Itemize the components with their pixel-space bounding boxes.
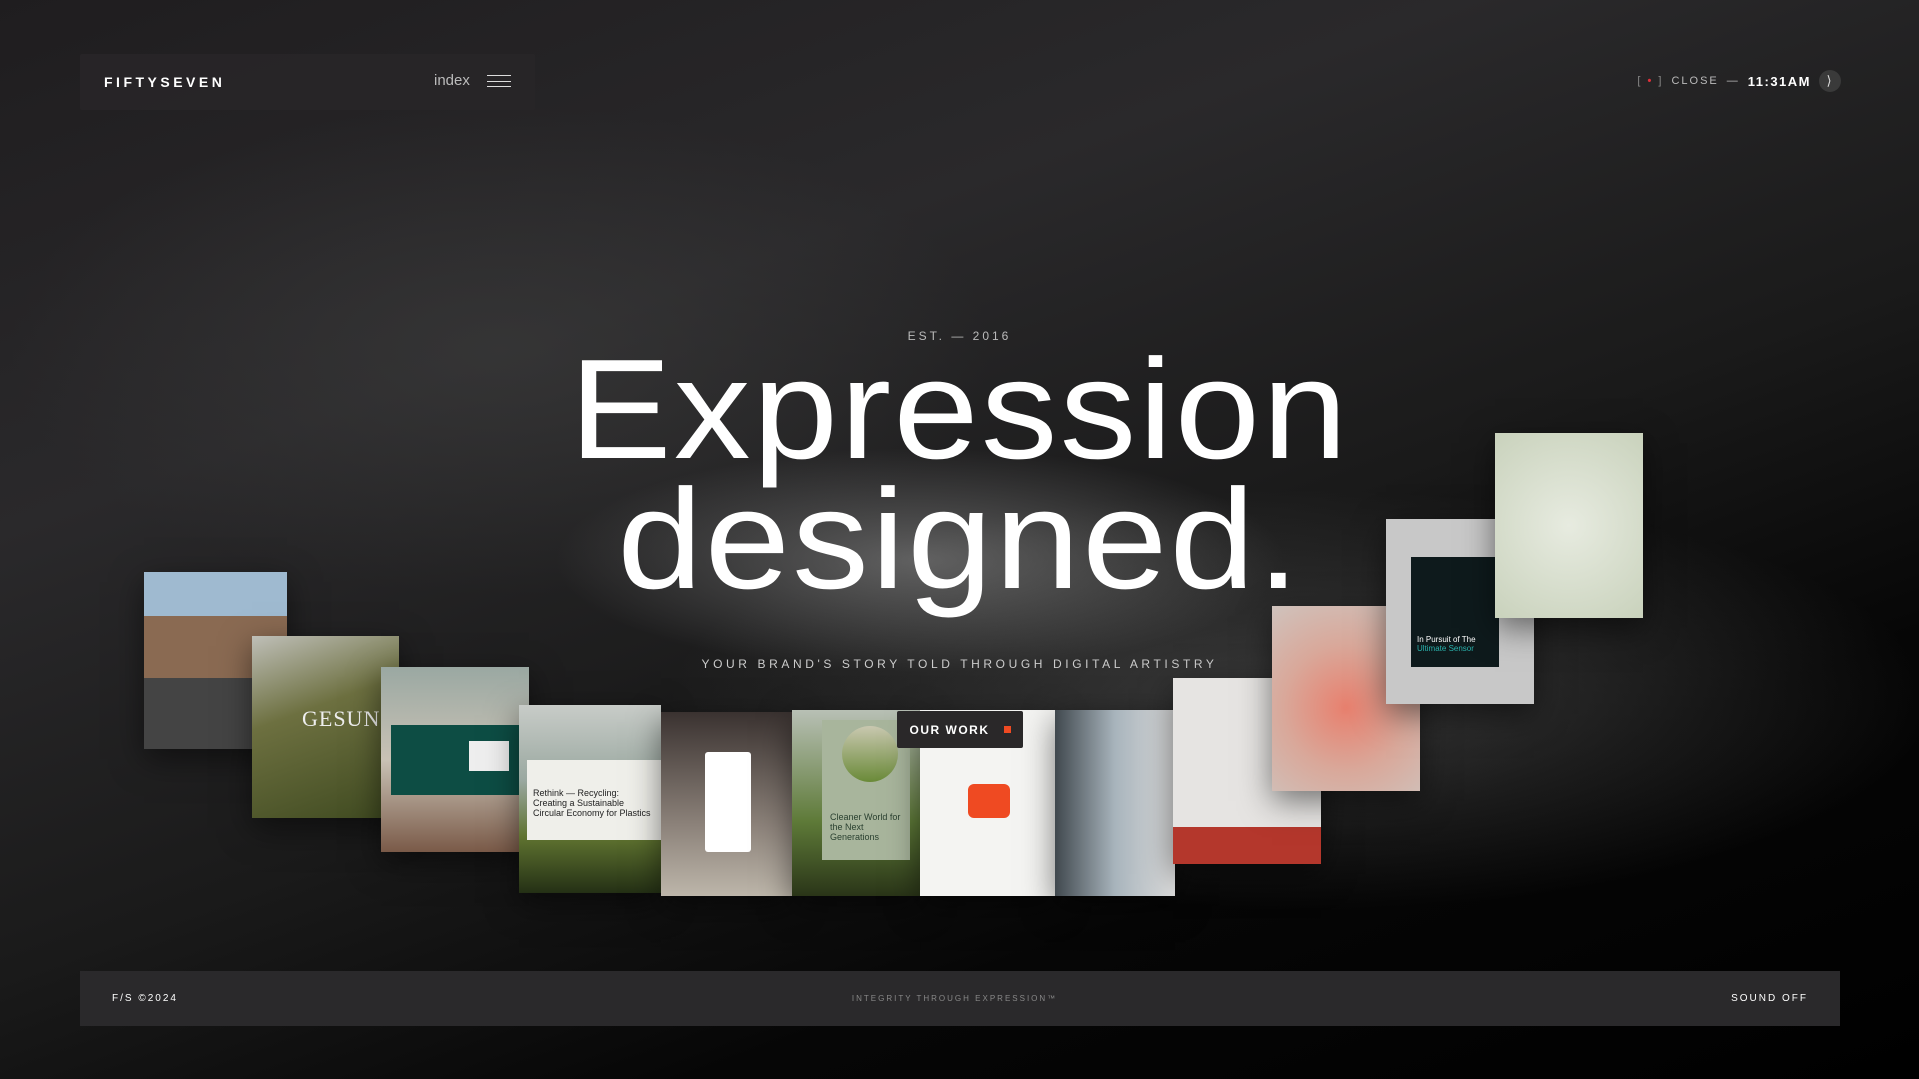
record-dot-icon: • [1647,75,1654,87]
our-work-button[interactable]: OUR WORK [897,711,1023,748]
dash: — [1726,75,1740,87]
tagline: INTEGRITY THROUGH EXPRESSION™ [851,994,1058,1003]
tile-text: Cleaner World for the Next Generations [830,812,901,842]
tile-card [705,752,751,852]
footer-bar: F/S ©2024 INTEGRITY THROUGH EXPRESSION™ … [80,971,1840,1026]
tile-text: Rethink — Recycling: Creating a Sustaina… [527,760,661,840]
our-work-label: OUR WORK [909,722,990,737]
project-tile-greenhouse[interactable] [381,667,529,852]
tile-card [391,725,519,795]
tile-card: In Pursuit of The Ultimate Sensor [1411,557,1499,667]
project-tile-rethink[interactable]: Rethink — Recycling: Creating a Sustaina… [519,705,661,893]
sound-toggle[interactable]: SOUND OFF [1731,993,1808,1004]
top-nav: FIFTYSEVEN index [80,54,535,110]
close-button[interactable]: CLOSE [1671,75,1718,87]
status-bar: [ • ] CLOSE — 11:31AM ⟩ [1637,70,1841,92]
tile-text-accent: Ultimate Sensor [1417,644,1474,653]
orange-shape [968,784,1010,818]
hamburger-icon[interactable] [487,75,511,87]
project-tile-app[interactable] [661,712,792,896]
logo[interactable]: FIFTYSEVEN [104,74,225,90]
project-tile-lab[interactable] [1055,710,1175,896]
tile-text: In Pursuit of The [1417,635,1476,644]
chevron-right-icon[interactable]: ⟩ [1819,70,1841,92]
project-tile-gesund[interactable]: GESUND [252,636,399,818]
square-dot-icon [1003,726,1011,733]
index-link[interactable]: index [434,72,470,89]
record-indicator: [ • ] [1637,75,1664,87]
clock: 11:31AM [1747,73,1811,89]
project-tile-objects[interactable] [1495,433,1643,618]
copyright: F/S ©2024 [112,993,178,1004]
